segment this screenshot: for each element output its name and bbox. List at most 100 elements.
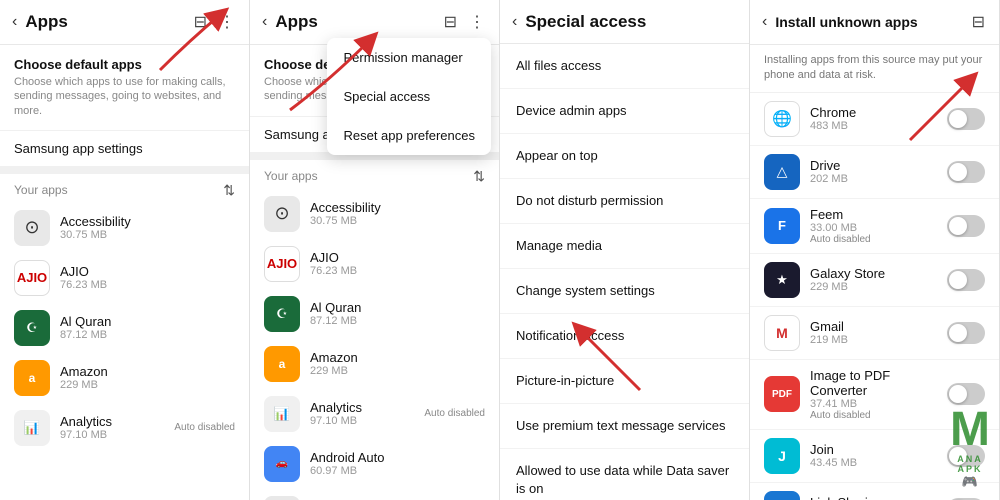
panel1-your-apps-header: Your apps ⇅ — [0, 174, 249, 203]
app-icon-drive: △ — [764, 154, 800, 190]
app-size: 30.75 MB — [310, 215, 485, 227]
app-info-link-sharing: Link Sharing 2.67 MB — [810, 495, 947, 500]
access-item-change-system[interactable]: Change system settings — [500, 269, 749, 314]
app-name: Analytics — [60, 414, 170, 429]
app-name: AJIO — [60, 264, 235, 279]
chrome-toggle[interactable] — [947, 108, 985, 130]
apps-panel-2: ‹ Apps ⊟ ⋮ Choose default apps Choose wh… — [250, 0, 500, 500]
panel2-title: Apps — [275, 12, 441, 32]
list-item[interactable]: ☪ Al Quran 87.12 MB — [250, 289, 499, 339]
app-size: 229 MB — [810, 281, 947, 293]
panel3-content: All files access Device admin apps Appea… — [500, 44, 749, 500]
app-icon-intelligence: ◈ — [264, 496, 300, 500]
access-item-device-admin[interactable]: Device admin apps — [500, 89, 749, 134]
panel1-default-apps-section[interactable]: Choose default apps Choose which apps to… — [0, 45, 249, 131]
panel1-content: Choose default apps Choose which apps to… — [0, 45, 249, 500]
list-item[interactable]: a Amazon 229 MB — [250, 339, 499, 389]
panel3-back-icon[interactable]: ‹ — [512, 13, 517, 31]
dropdown-permission-manager[interactable]: Permission manager — [327, 38, 491, 77]
panel1-samsung-label: Samsung app settings — [14, 141, 235, 156]
panel2-dropdown: Permission manager Special access Reset … — [327, 38, 491, 155]
panel2-apps-sort-icon[interactable]: ⇅ — [473, 168, 485, 185]
app-name: AJIO — [310, 250, 485, 265]
list-item[interactable]: AJIO AJIO 76.23 MB — [0, 253, 249, 303]
app-size: 37.41 MB — [810, 398, 947, 410]
app-info-chrome: Chrome 483 MB — [810, 105, 947, 132]
access-item-premium-sms[interactable]: Use premium text message services — [500, 404, 749, 449]
panel-3: ‹ Special access All files access Device… — [500, 0, 750, 500]
panel1-default-apps-title: Choose default apps — [14, 57, 235, 72]
gmail-toggle[interactable] — [947, 322, 985, 344]
pdf-toggle[interactable] — [947, 383, 985, 405]
panel2-your-apps-label: Your apps — [264, 169, 318, 183]
panel2-more-icon[interactable]: ⋮ — [467, 10, 487, 34]
list-item[interactable]: ⊙ Accessibility 30.75 MB — [0, 203, 249, 253]
app-name: Link Sharing — [810, 495, 947, 500]
dropdown-reset-preferences[interactable]: Reset app preferences — [327, 116, 491, 155]
panel2-sort-icon[interactable]: ⊟ — [442, 10, 459, 34]
access-item-appear-on-top[interactable]: Appear on top — [500, 134, 749, 179]
panel1-sort-icon[interactable]: ⊟ — [192, 10, 209, 34]
dropdown-special-access[interactable]: Special access — [327, 77, 491, 116]
panel4-sort-icon[interactable]: ⊟ — [970, 10, 987, 34]
app-name: Analytics — [310, 400, 420, 415]
list-item[interactable]: ⊙ Accessibility 30.75 MB — [250, 189, 499, 239]
drive-toggle[interactable] — [947, 161, 985, 183]
galaxy-store-toggle[interactable] — [947, 269, 985, 291]
access-item-dnd[interactable]: Do not disturb permission — [500, 179, 749, 224]
feem-toggle[interactable] — [947, 215, 985, 237]
panel2-back-icon[interactable]: ‹ — [262, 13, 267, 31]
app-size: 76.23 MB — [60, 279, 235, 291]
app-icon-feem: F — [764, 208, 800, 244]
panel1-more-icon[interactable]: ⋮ — [217, 10, 237, 34]
access-item-manage-media[interactable]: Manage media — [500, 224, 749, 269]
list-item[interactable]: F Feem 33.00 MB Auto disabled — [750, 199, 999, 254]
app-name: Amazon — [60, 364, 235, 379]
access-item-all-files[interactable]: All files access — [500, 44, 749, 89]
access-item-pip[interactable]: Picture-in-picture — [500, 359, 749, 404]
panel2-header-icons: ⊟ ⋮ — [442, 10, 487, 34]
list-item[interactable]: ★ Galaxy Store 229 MB — [750, 254, 999, 307]
app-info-drive: Drive 202 MB — [810, 158, 947, 185]
panel3-header: ‹ Special access — [500, 0, 749, 44]
list-item[interactable]: M Gmail 219 MB — [750, 307, 999, 360]
list-item[interactable]: 📊 Analytics 97.10 MB Auto disabled — [250, 389, 499, 439]
list-item[interactable]: 📊 Analytics 97.10 MB Auto disabled — [0, 403, 249, 453]
app-name: Android Auto — [310, 450, 485, 465]
app-name: Galaxy Store — [810, 266, 947, 281]
access-item-data-saver[interactable]: Allowed to use data while Data saver is … — [500, 449, 749, 500]
app-size: 87.12 MB — [60, 329, 235, 341]
list-item[interactable]: ☪ Al Quran 87.12 MB — [0, 303, 249, 353]
app-size: 87.12 MB — [310, 315, 485, 327]
list-item[interactable]: 🚗 Android Auto 60.97 MB — [250, 439, 499, 489]
list-item[interactable]: a Amazon 229 MB — [0, 353, 249, 403]
app-icon-link-sharing: 🔗 — [764, 491, 800, 500]
panel1-samsung-section[interactable]: Samsung app settings — [0, 131, 249, 174]
panel1-back-icon[interactable]: ‹ — [12, 13, 17, 31]
app-icon-accessibility: ⊙ — [264, 196, 300, 232]
panel1-header: ‹ Apps ⊟ ⋮ — [0, 0, 249, 45]
watermark-controller-icon: 🎮 — [962, 474, 978, 490]
panel-2: ‹ Apps ⊟ ⋮ Choose default apps Choose wh… — [250, 0, 500, 500]
list-item[interactable]: 🌐 Chrome 483 MB — [750, 93, 999, 146]
app-name: Image to PDF Converter — [810, 368, 947, 398]
panel1-apps-sort-icon[interactable]: ⇅ — [223, 182, 235, 199]
app-info-feem: Feem 33.00 MB Auto disabled — [810, 207, 947, 245]
access-item-notification[interactable]: Notification access — [500, 314, 749, 359]
app-size: 30.75 MB — [60, 229, 235, 241]
list-item[interactable]: AJIO AJIO 76.23 MB — [250, 239, 499, 289]
app-info-analytics: Analytics 97.10 MB — [310, 400, 420, 427]
app-name: Al Quran — [60, 314, 235, 329]
panel4-title: Install unknown apps — [775, 14, 969, 30]
mana-apk-watermark: M ANA APK 🎮 — [950, 406, 990, 490]
app-size: 483 MB — [810, 120, 947, 132]
app-icon-ajio: AJIO — [264, 246, 300, 282]
app-info-auto: Android Auto 60.97 MB — [310, 450, 485, 477]
panel4-back-icon[interactable]: ‹ — [762, 13, 767, 31]
panel1-header-icons: ⊟ ⋮ — [192, 10, 237, 34]
app-icon-join: J — [764, 438, 800, 474]
watermark-m: M — [950, 406, 990, 454]
list-item[interactable]: △ Drive 202 MB — [750, 146, 999, 199]
list-item[interactable]: ◈ Android System Intelligence 116 MB — [250, 489, 499, 500]
app-icon-accessibility: ⊙ — [14, 210, 50, 246]
